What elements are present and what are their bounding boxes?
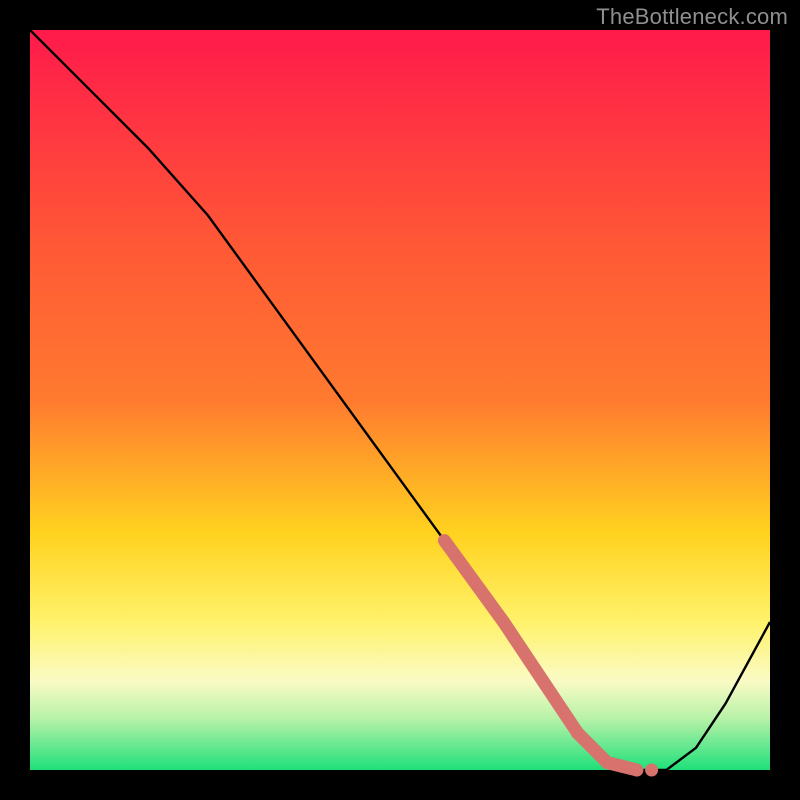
highlight-dot [601,756,614,769]
watermark-text: TheBottleneck.com [596,4,788,30]
chart-stage: TheBottleneck.com [0,0,800,800]
highlight-dot [630,764,643,777]
highlight-dot [571,727,584,740]
bottleneck-chart [0,0,800,800]
highlight-dot [616,760,629,773]
highlight-dot [645,764,658,777]
